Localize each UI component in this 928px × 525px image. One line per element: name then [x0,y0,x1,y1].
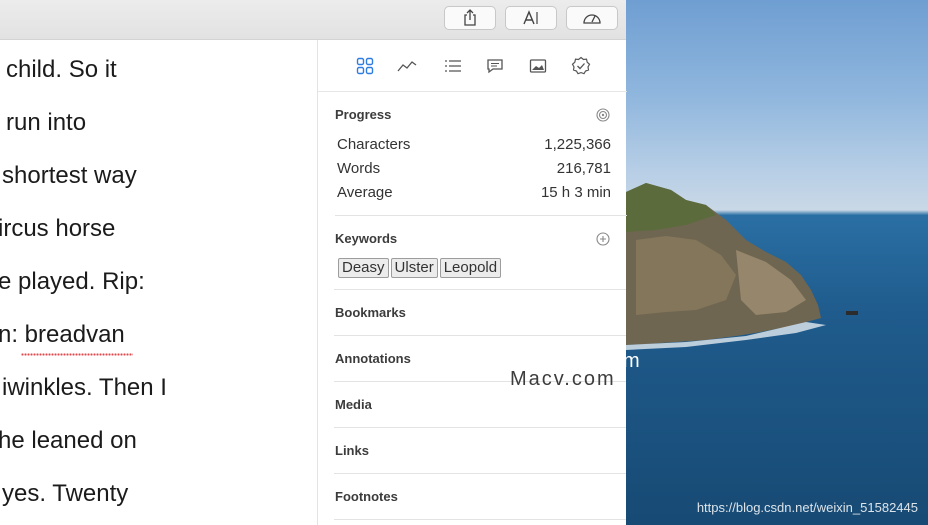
desktop-wallpaper: https://blog.csdn.net/weixin_51582445 [626,0,928,525]
stat-label: Words [337,160,381,177]
stat-value: 216,781 [556,160,611,177]
text-cursor-icon [523,10,538,25]
keyword-list: Deasy Ulster Leopold [338,258,502,278]
sidebar-tabs [318,40,627,92]
share-button[interactable] [444,6,496,30]
editor-line: e played. Rip: [0,268,145,295]
list-icon [445,60,461,72]
editor-line: child. So it [6,56,117,83]
font-button[interactable] [505,6,557,30]
stat-label: Average [337,184,393,201]
section-annotations[interactable]: Annotations [335,351,411,366]
section-footnotes[interactable]: Footnotes [335,489,398,504]
divider [334,427,626,428]
watermark-fragment: m [623,350,640,372]
editor-line: shortest way [2,162,137,189]
section-title: Progress [335,107,392,122]
keywords-section: Keywords [335,231,611,246]
toolbar [0,0,626,40]
divider [334,473,626,474]
watermark-url: https://blog.csdn.net/weixin_51582445 [696,500,918,515]
tab-overview[interactable] [354,55,376,77]
tab-annotations[interactable] [484,55,506,77]
stat-value: 15 h 3 min [540,184,611,201]
divider [334,335,626,336]
divider [334,289,626,290]
stat-value: 1,225,366 [544,136,611,153]
chart-line-icon [397,61,417,72]
divider [334,519,626,520]
watermark-text: Macv.com [510,368,616,390]
progress-section: Progress [335,107,611,122]
grid-icon [356,57,374,75]
section-links[interactable]: Links [335,443,369,458]
editor-line: iwinkles. Then I [2,374,167,401]
coastline-image [626,183,858,350]
stat-row-words: Words 216,781 [335,160,611,180]
section-media[interactable]: Media [335,397,372,412]
target-icon[interactable] [596,108,610,122]
editor-line: he leaned on [0,427,137,454]
section-bookmarks[interactable]: Bookmarks [335,305,406,320]
editor-line: ircus horse [0,215,116,242]
tab-outline[interactable] [442,55,464,77]
keyword-chip[interactable]: Leopold [439,258,502,278]
add-keyword-icon[interactable] [596,232,610,246]
gauge-icon [583,14,601,24]
statistics-button[interactable] [566,6,618,30]
stat-label: Characters [337,136,411,153]
editor-line: run into [6,109,87,136]
share-icon [464,9,476,26]
tab-media[interactable] [527,55,549,77]
image-icon [529,59,547,73]
divider [335,215,627,216]
keyword-chip[interactable]: Ulster [390,258,438,278]
keyword-chip[interactable]: Deasy [338,258,389,278]
spelling-error-underline [21,353,133,356]
tab-goals[interactable] [570,55,592,77]
tab-statistics[interactable] [396,55,418,77]
app-window: child. So it run into shortest way ircus… [0,0,627,525]
section-title: Keywords [335,231,398,246]
comment-icon [487,59,503,74]
check-badge-icon [571,56,591,75]
editor-line: n: breadvan [0,321,125,348]
stat-row-average: Average 15 h 3 min [335,184,611,204]
editor-text-area[interactable]: child. So it run into shortest way ircus… [0,40,317,525]
editor-line: yes. Twenty [2,480,129,507]
stat-row-characters: Characters 1,225,366 [335,136,611,156]
